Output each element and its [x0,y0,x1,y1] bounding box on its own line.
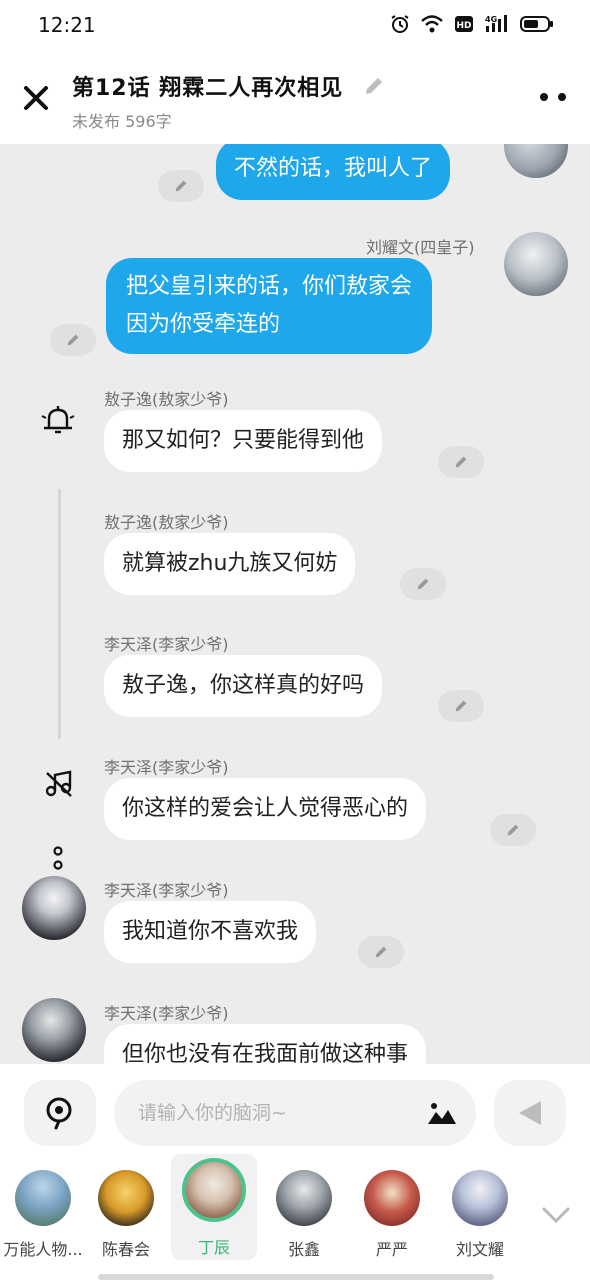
pencil-icon [375,946,387,958]
avatar[interactable] [22,876,86,940]
pencil-icon [455,700,467,712]
speaker-name: 敖子逸(敖家少爷) [104,390,229,409]
chevron-down-icon[interactable] [540,1204,572,1226]
character-name: 刘文耀 [455,1240,504,1259]
message-bubble[interactable]: 把父皇引来的话，你们敖家会 因为你受牵连的 [106,258,433,354]
page-title: 第12话 翔霖二人再次相见 [72,76,344,101]
battery-icon [520,16,553,32]
message-bubble[interactable]: 我知道你不喜欢我 [104,901,317,963]
edit-message-button[interactable] [358,936,404,968]
message-bubble[interactable]: 但你也没有在我面前做这种事 [104,1024,427,1064]
more-vertical-icon[interactable] [50,844,66,874]
character-name: 严严 [375,1240,408,1259]
character-name: 张鑫 [287,1240,320,1259]
status-time: 12:21 [38,13,96,37]
status-icons: HD 4G [390,14,554,34]
character-selector: 万能人物... 陈春会 丁辰 张鑫 严严 刘文耀 [0,1154,590,1270]
svg-text:4G: 4G [485,15,497,24]
pencil-icon [175,180,187,192]
speaker-name: 李天泽(李家少爷) [104,1004,229,1023]
hd-icon: HD [455,16,473,32]
message-text-line: 因为你受牵连的 [126,312,281,337]
character-avatar [276,1170,332,1226]
chat-area[interactable]: 不然的话，我叫人了 刘耀文(四皇子) 把父皇引来的话，你们敖家会 因为你受牵连的… [0,144,590,1064]
pencil-icon [67,334,79,346]
avatar[interactable] [22,998,86,1062]
bell-icon[interactable] [40,404,76,436]
speaker-name: 李天泽(李家少爷) [104,635,229,654]
speaker-name: 李天泽(李家少爷) [104,758,229,777]
speaker-name: 刘耀文(四皇子) [366,238,475,257]
character-avatar [364,1170,420,1226]
avatar[interactable] [504,144,568,178]
send-icon [519,1101,541,1125]
character-item[interactable]: 陈春会 [83,1160,169,1266]
character-item[interactable]: 刘文耀 [437,1160,523,1266]
pencil-icon [507,824,519,836]
message-input[interactable] [138,1080,418,1146]
voice-icon [46,1097,72,1130]
status-bar: 12:21 HD 4G [0,0,590,52]
message-bubble[interactable]: 就算被zhu九族又何妨 [104,533,356,595]
music-off-icon[interactable] [44,769,74,799]
more-icon[interactable] [538,88,568,106]
side-toolbar [28,394,88,874]
edit-message-button[interactable] [490,814,536,846]
edit-message-button[interactable] [400,568,446,600]
character-name: 陈春会 [101,1240,150,1259]
message-input-wrapper [114,1080,476,1146]
signal-4g-icon: 4G [485,15,507,32]
avatar[interactable] [504,232,568,296]
svg-text:HD: HD [456,21,471,31]
character-item[interactable]: 严严 [349,1160,435,1266]
wifi-icon [421,15,443,33]
message-text: 但你也没有在我面前做这种事 [122,1042,409,1064]
edit-message-button[interactable] [438,446,484,478]
message-bubble[interactable]: 你这样的爱会让人觉得恶心的 [104,778,427,840]
message-text: 你这样的爱会让人觉得恶心的 [122,796,409,821]
message-text: 就算被zhu九族又何妨 [122,551,338,576]
header: 第12话 翔霖二人再次相见 未发布 596字 [0,52,590,144]
speaker-name: 李天泽(李家少爷) [104,881,229,900]
speaker-name: 敖子逸(敖家少爷) [104,513,229,532]
character-avatar [15,1170,71,1226]
voice-button[interactable] [24,1080,96,1146]
edit-message-button[interactable] [158,170,204,202]
message-text: 那又如何？只要能得到他 [122,428,365,453]
edit-message-button[interactable] [438,690,484,722]
character-avatar [182,1158,246,1222]
message-bubble[interactable]: 那又如何？只要能得到他 [104,410,383,472]
message-text: 敖子逸，你这样真的好吗 [122,673,365,698]
chapter-status: 未发布 596字 [72,112,172,131]
scrollbar[interactable] [98,1274,494,1280]
timeline-divider [58,489,61,739]
message-bubble[interactable]: 敖子逸，你这样真的好吗 [104,655,383,717]
pencil-icon [417,578,429,590]
message-bubble[interactable]: 不然的话，我叫人了 [216,144,451,200]
alarm-icon [391,15,409,33]
pencil-icon[interactable] [362,74,386,98]
character-avatar [452,1170,508,1226]
message-text: 不然的话，我叫人了 [234,156,433,181]
image-icon[interactable] [426,1100,458,1126]
edit-message-button[interactable] [50,324,96,356]
character-name: 丁辰 [197,1238,230,1257]
pencil-icon [455,456,467,468]
close-icon[interactable] [20,82,52,114]
message-text: 我知道你不喜欢我 [122,919,299,944]
message-text-line: 把父皇引来的话，你们敖家会 [126,274,413,299]
character-avatar [98,1170,154,1226]
character-item[interactable]: 万能人物... [0,1160,86,1266]
send-button[interactable] [494,1080,566,1146]
composer: 万能人物... 陈春会 丁辰 张鑫 严严 刘文耀 [0,1064,590,1280]
character-item-selected[interactable]: 丁辰 [171,1154,257,1260]
character-item[interactable]: 张鑫 [261,1160,347,1266]
